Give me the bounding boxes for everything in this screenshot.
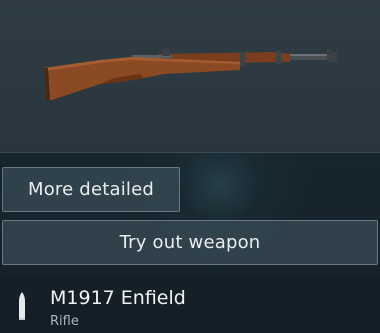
rifle-model-icon xyxy=(44,49,337,100)
weapon-name: M1917 Enfield xyxy=(50,287,186,309)
weapon-info-bar: M1917 Enfield Rifle xyxy=(0,276,380,333)
more-detailed-button[interactable]: More detailed xyxy=(2,167,180,212)
weapon-preview-panel xyxy=(0,0,380,153)
weapon-class: Rifle xyxy=(50,314,79,329)
bullet-icon xyxy=(19,292,25,320)
try-out-weapon-button[interactable]: Try out weapon xyxy=(2,220,378,265)
